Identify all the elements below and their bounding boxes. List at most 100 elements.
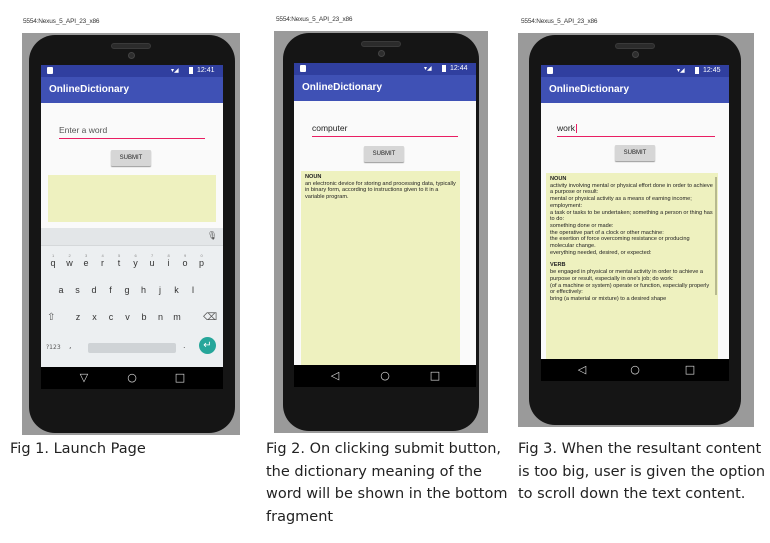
key-h[interactable]: h — [138, 285, 150, 295]
phone-screen: ▾◢ 12:45 OnlineDictionary work SUBMIT NO… — [541, 65, 729, 381]
navigation-bar: ◁ ○ □ — [541, 359, 729, 381]
word-input[interactable]: computer — [312, 123, 458, 137]
key-b[interactable]: b — [138, 312, 150, 322]
scrollbar-thumb[interactable] — [715, 177, 717, 295]
key-label-wrap: 5t — [118, 253, 121, 268]
signal-icon: ▾◢ — [677, 68, 685, 74]
text-caret — [575, 124, 577, 134]
period-key[interactable]: . — [183, 341, 186, 350]
result-fragment[interactable]: NOUN activity involving mental or physic… — [546, 173, 718, 361]
back-icon[interactable]: ▽ — [77, 371, 91, 385]
key-u[interactable]: 7u — [146, 253, 158, 268]
key-y[interactable]: 6y — [130, 253, 142, 268]
submit-button[interactable]: SUBMIT — [364, 146, 404, 162]
word-input[interactable]: Enter a word — [59, 125, 205, 139]
key-v[interactable]: v — [122, 312, 134, 322]
shift-icon[interactable]: ⇧ — [47, 312, 55, 323]
word-input[interactable]: work — [557, 123, 715, 137]
key-label: u — [149, 258, 155, 268]
definition-text: be engaged in physical or mental activit… — [550, 269, 703, 282]
suggestion-strip: 🎙 — [41, 228, 223, 246]
key-g[interactable]: g — [121, 285, 133, 295]
emulator-title: 5554:Nexus_5_API_23_x86 — [23, 18, 100, 25]
notification-icon — [547, 67, 553, 74]
home-icon[interactable]: ○ — [378, 369, 392, 383]
key-label: r — [101, 258, 104, 268]
back-icon[interactable]: ◁ — [575, 363, 589, 377]
key-t[interactable]: 5t — [113, 253, 125, 268]
notification-icon — [47, 67, 53, 74]
submit-button[interactable]: SUBMIT — [111, 150, 151, 166]
space-bar[interactable] — [88, 343, 176, 353]
key-c[interactable]: c — [105, 312, 117, 322]
home-icon[interactable]: ○ — [125, 371, 139, 385]
key-k[interactable]: k — [171, 285, 183, 295]
recents-icon[interactable]: □ — [428, 369, 442, 383]
key-label: o — [182, 258, 188, 268]
key-label-wrap: 2w — [66, 253, 73, 268]
submit-button[interactable]: SUBMIT — [615, 145, 655, 161]
recents-icon[interactable]: □ — [173, 371, 187, 385]
key-label-wrap: 8i — [167, 253, 170, 268]
key-x[interactable]: x — [89, 312, 101, 322]
key-label-wrap: 1q — [50, 253, 55, 268]
key-label: i — [167, 258, 170, 268]
key-q[interactable]: 1q — [47, 253, 59, 268]
definition-text: a task or tasks to be undertaken; someth… — [550, 209, 713, 223]
key-f[interactable]: f — [105, 285, 117, 295]
key-i[interactable]: 8i — [163, 253, 175, 268]
key-label: e — [83, 258, 89, 268]
app-title: OnlineDictionary — [41, 77, 223, 103]
key-number-hint: 0 — [200, 253, 203, 258]
app-title: OnlineDictionary — [541, 77, 729, 103]
comma-key[interactable]: , — [69, 341, 72, 350]
key-m[interactable]: m — [171, 312, 183, 322]
symbols-key[interactable]: ?123 — [46, 344, 61, 351]
input-value: work — [557, 123, 575, 133]
status-time: 12:45 — [703, 67, 721, 74]
back-icon[interactable]: ◁ — [328, 369, 342, 383]
key-j[interactable]: j — [154, 285, 166, 295]
key-a[interactable]: a — [55, 285, 67, 295]
definition-text: everything needed, desired, or expected: — [550, 249, 652, 256]
navigation-bar: ▽ ○ □ — [41, 367, 223, 389]
key-r[interactable]: 4r — [97, 253, 109, 268]
key-s[interactable]: s — [72, 285, 84, 295]
speaker-grille — [111, 43, 151, 49]
enter-icon[interactable]: ↵ — [199, 337, 216, 354]
phone-device: ▾◢ 12:44 OnlineDictionary computer SUBMI… — [283, 33, 479, 431]
key-label: y — [133, 258, 138, 268]
figure-caption: Fig 3. When the resultant content is too… — [518, 441, 766, 502]
definition-text: an electronic device for storing and pro… — [305, 180, 456, 201]
navigation-bar: ◁ ○ □ — [294, 365, 476, 387]
key-number-hint: 6 — [134, 253, 137, 258]
home-icon[interactable]: ○ — [628, 363, 642, 377]
key-label-wrap: 4r — [101, 253, 104, 268]
backspace-icon[interactable]: ⌫ — [203, 312, 217, 323]
figure-caption: Fig 1. Launch Page — [10, 441, 146, 457]
battery-icon — [442, 65, 446, 72]
battery-icon — [189, 67, 193, 74]
key-n[interactable]: n — [155, 312, 167, 322]
app-title: OnlineDictionary — [294, 75, 476, 101]
speaker-grille — [361, 41, 401, 47]
mic-icon[interactable]: 🎙 — [207, 231, 217, 240]
key-number-hint: 7 — [150, 253, 154, 258]
recents-icon[interactable]: □ — [683, 363, 697, 377]
key-o[interactable]: 9o — [179, 253, 191, 268]
definition-text: mental or physical activity as a means o… — [550, 196, 692, 209]
key-l[interactable]: l — [187, 285, 199, 295]
phone-device: ▾◢ 12:45 OnlineDictionary work SUBMIT NO… — [529, 35, 741, 425]
key-p[interactable]: 0p — [196, 253, 208, 268]
key-e[interactable]: 3e — [80, 253, 92, 268]
signal-icon: ▾◢ — [171, 68, 179, 74]
key-w[interactable]: 2w — [64, 253, 76, 268]
key-d[interactable]: d — [88, 285, 100, 295]
part-of-speech: VERB — [550, 262, 566, 269]
key-label: p — [198, 258, 204, 268]
result-fragment: NOUN an electronic device for storing an… — [301, 171, 460, 367]
key-number-hint: 2 — [68, 253, 71, 258]
status-time: 12:41 — [197, 67, 215, 74]
speaker-grille — [615, 43, 655, 49]
key-z[interactable]: z — [72, 312, 84, 322]
